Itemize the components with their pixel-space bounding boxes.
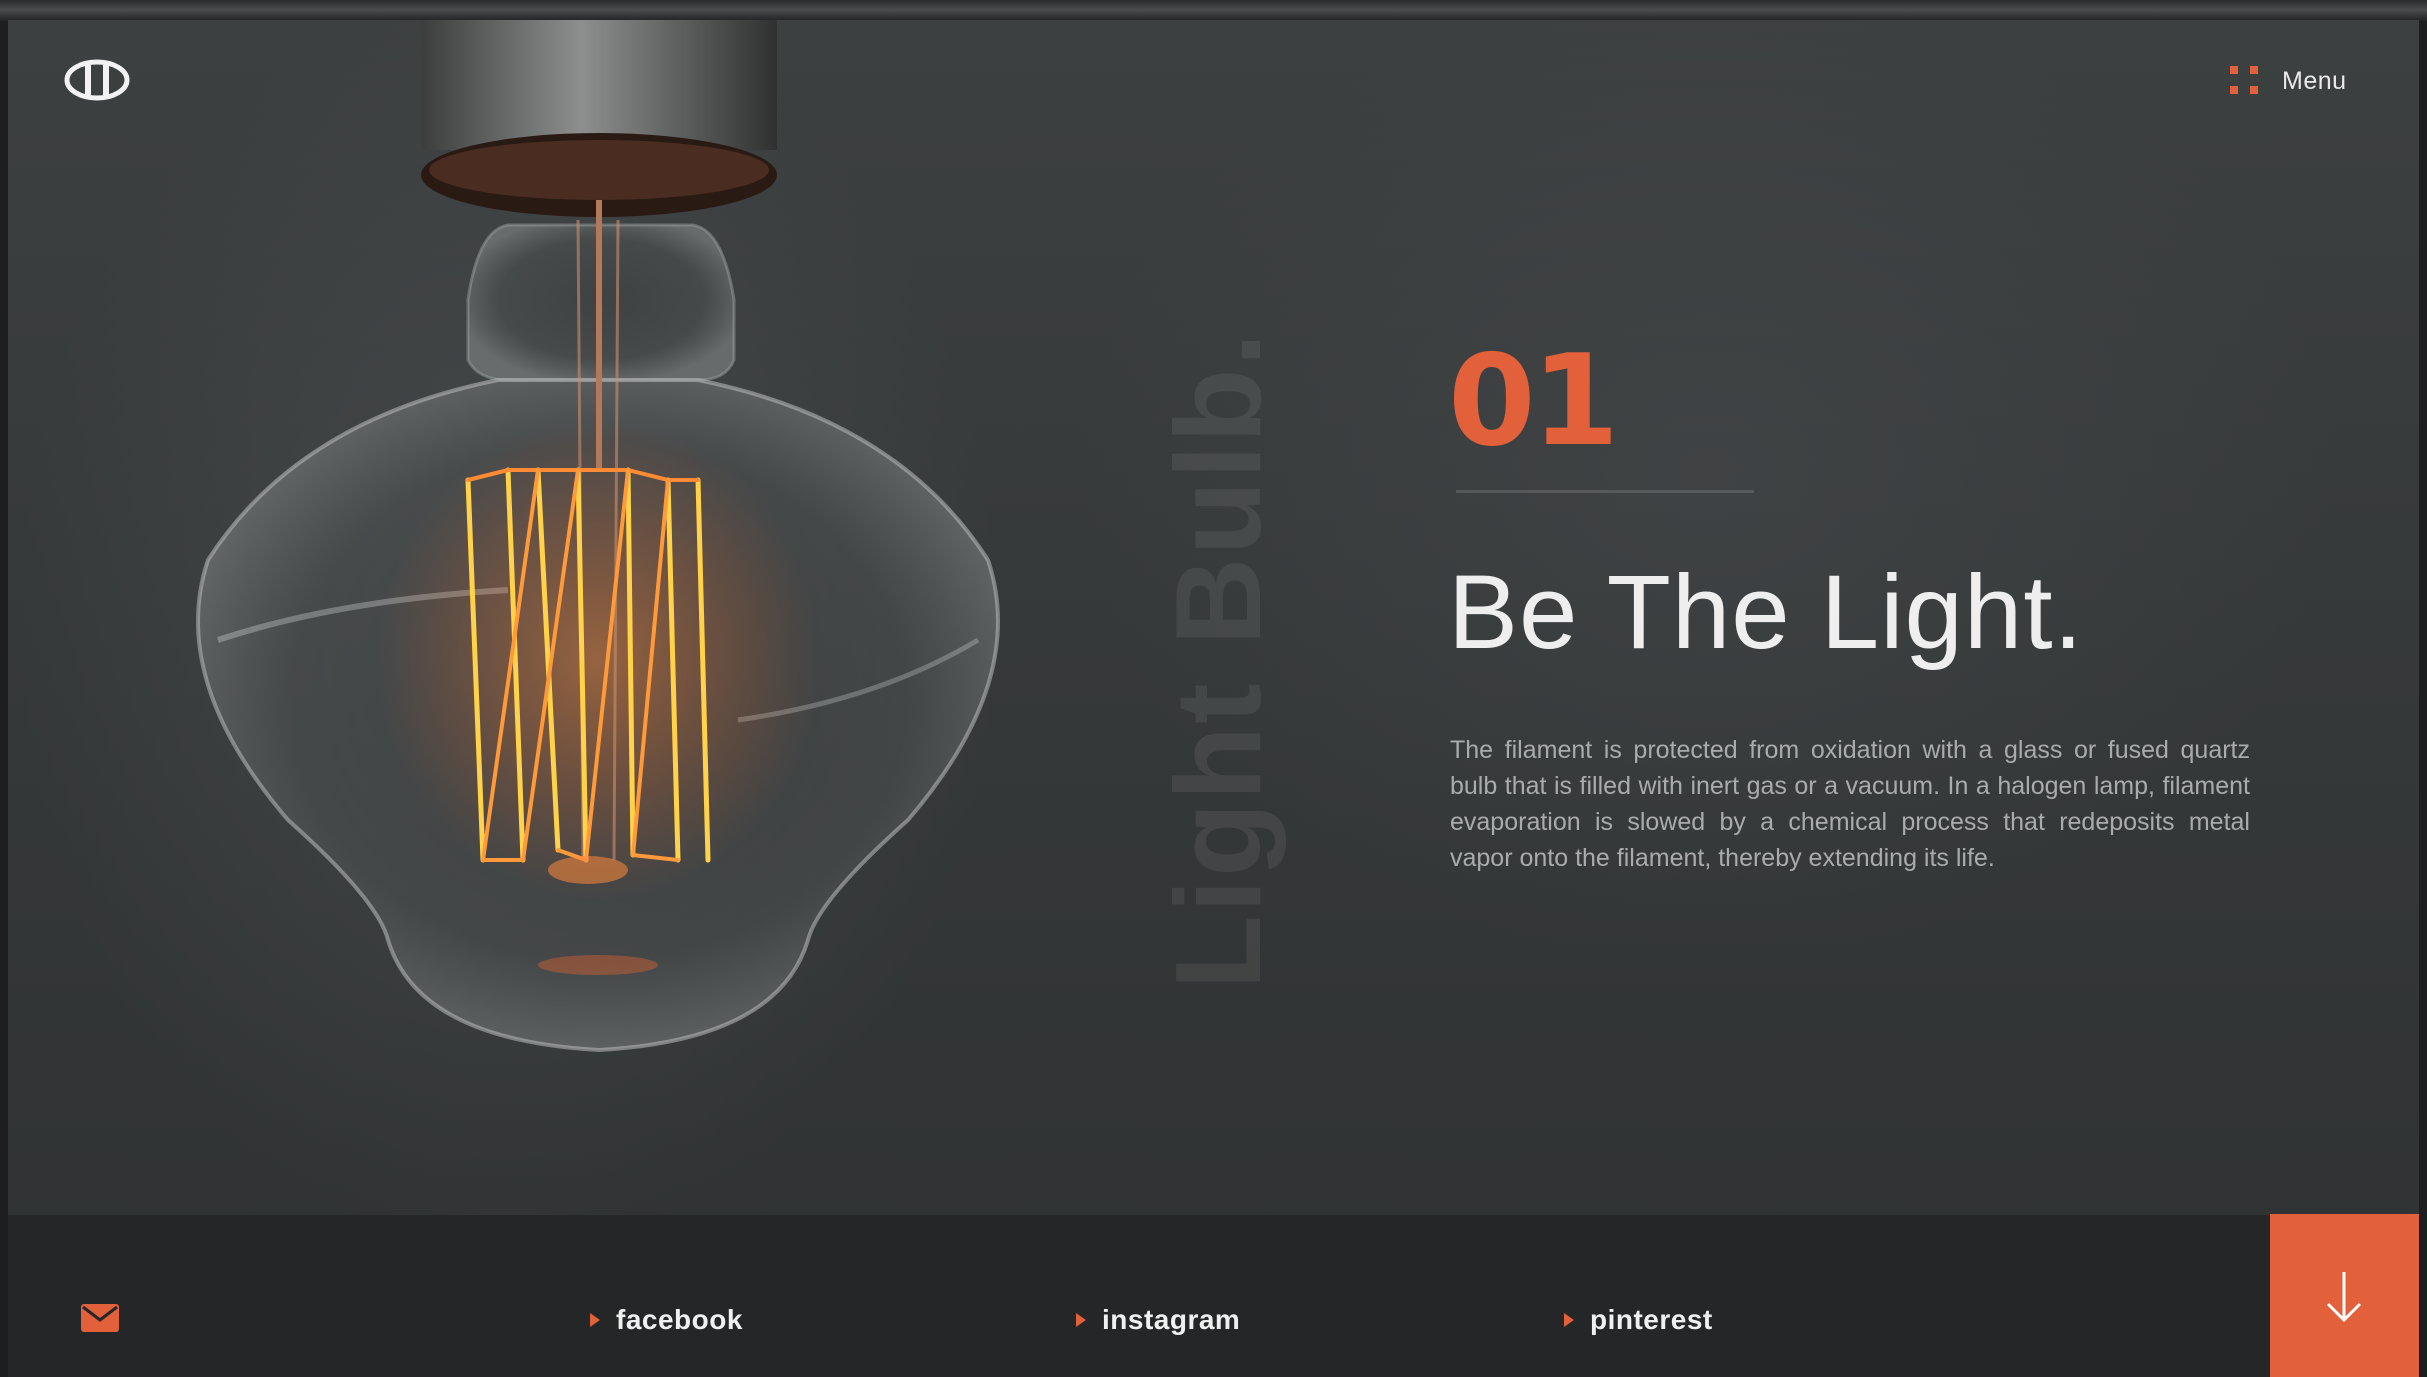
- social-link-facebook[interactable]: facebook: [590, 1300, 743, 1340]
- social-label: instagram: [1102, 1304, 1241, 1335]
- light-bulb-image: [196, 20, 1000, 1053]
- envelope-icon[interactable]: [80, 1302, 120, 1334]
- triangle-bullet-icon: [1564, 1313, 1574, 1327]
- triangle-bullet-icon: [590, 1313, 600, 1327]
- menu-button[interactable]: Menu: [2230, 62, 2347, 100]
- hero-slide: Menu Light Bulb. 01 Be The Light. The fi…: [8, 20, 2419, 1377]
- social-label: pinterest: [1590, 1304, 1713, 1335]
- body-text: The filament is protected from oxidation…: [1450, 736, 2250, 872]
- triangle-bullet-icon: [1076, 1313, 1086, 1327]
- social-label: facebook: [616, 1304, 743, 1335]
- headline: Be The Light.: [1448, 554, 2084, 671]
- divider: [1456, 490, 1754, 493]
- scroll-down-button[interactable]: [2270, 1214, 2419, 1377]
- footer-bar: [8, 1215, 2419, 1377]
- display-frame: Menu Light Bulb. 01 Be The Light. The fi…: [0, 0, 2427, 1377]
- slide-number: 01: [1448, 327, 1619, 474]
- menu-label: Menu: [2282, 66, 2347, 95]
- social-link-instagram[interactable]: instagram: [1076, 1300, 1240, 1340]
- brand-logo-icon[interactable]: [64, 58, 130, 102]
- arrow-down-icon: [2326, 1272, 2362, 1323]
- social-link-pinterest[interactable]: pinterest: [1564, 1300, 1713, 1340]
- vertical-title: Light Bulb.: [1150, 330, 1286, 990]
- grid-dots-icon: [2230, 66, 2260, 96]
